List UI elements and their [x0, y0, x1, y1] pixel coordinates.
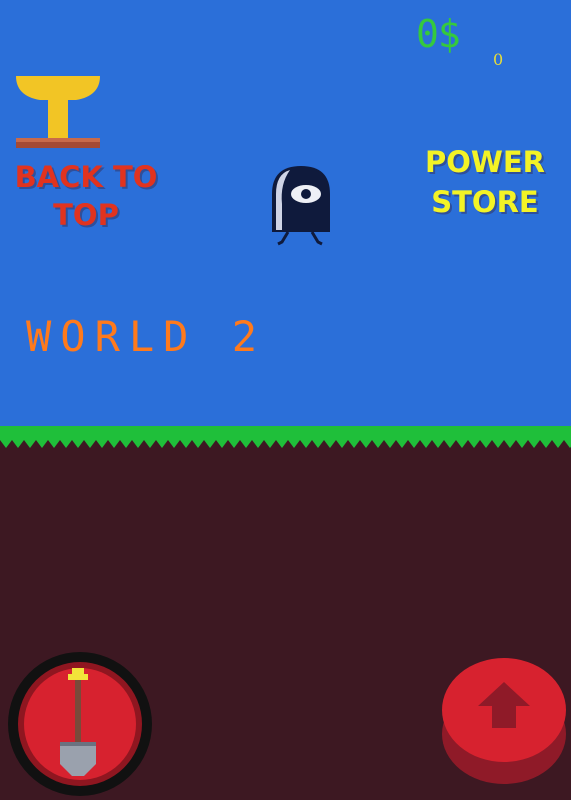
power-store-button[interactable]: POWER STORE [410, 142, 560, 222]
trophy-icon[interactable] [14, 74, 102, 156]
money-counter: 0$ [416, 12, 461, 56]
player-character [272, 166, 330, 246]
dig-button[interactable] [4, 648, 156, 800]
grass-strip [0, 426, 571, 448]
jump-button[interactable] [440, 654, 568, 786]
world-label: WORLD 2 [26, 312, 267, 361]
small-counter: 0 [493, 50, 504, 69]
back-to-top-button[interactable]: BACK TO TOP [0, 158, 172, 234]
